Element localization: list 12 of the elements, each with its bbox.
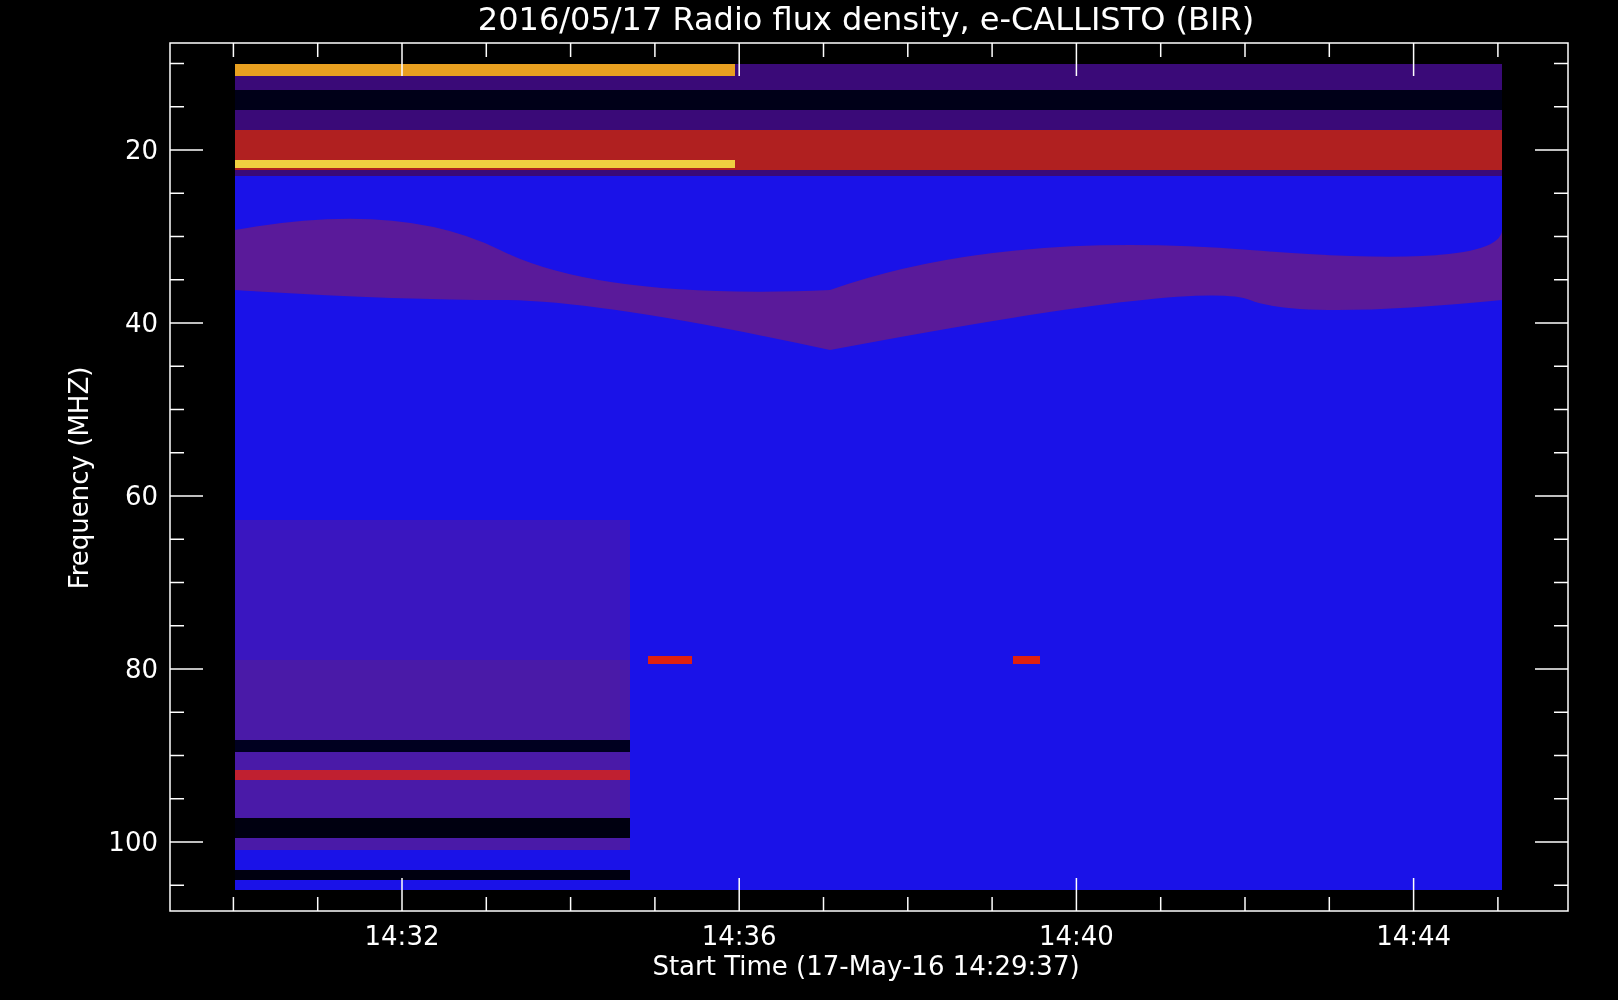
tick-label: 40 xyxy=(124,308,158,338)
tick-label: 14:40 xyxy=(1038,921,1114,951)
tick-label: 100 xyxy=(108,827,158,857)
chart-title: 2016/05/17 Radio flux density, e-CALLISTO (BIR) xyxy=(477,0,1255,38)
tick-label: 60 xyxy=(124,481,158,511)
tick-label: 14:32 xyxy=(364,921,440,951)
tick-label: 20 xyxy=(124,135,158,165)
axis-label: Frequency (MHZ) xyxy=(64,366,94,590)
tick-label: 80 xyxy=(124,654,158,684)
axis-label: Start Time (17-May-16 14:29:37) xyxy=(652,951,1080,981)
tick-label: 14:44 xyxy=(1376,921,1452,951)
tick-label: 14:36 xyxy=(701,921,777,951)
